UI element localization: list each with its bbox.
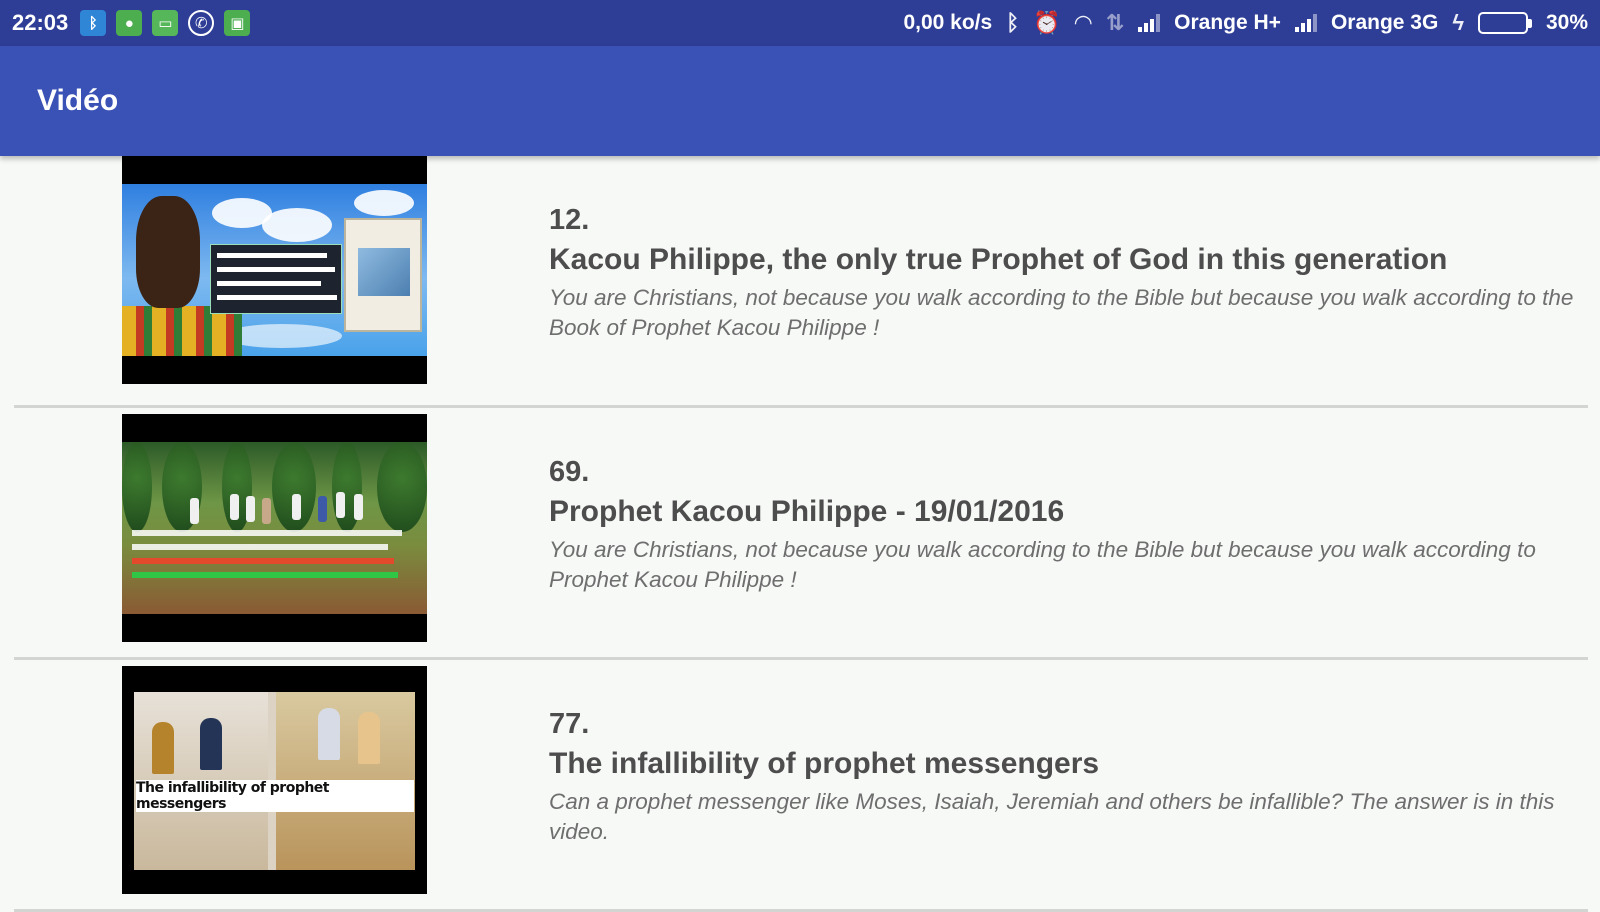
video-description: You are Christians, not because you walk… [549, 285, 1574, 340]
video-thumbnail[interactable]: The infallibility of prophet messengers [122, 666, 427, 894]
bluetooth-icon: ᛒ [1006, 10, 1020, 35]
thumbnail-caption: The infallibility of prophet messengers [136, 780, 414, 812]
video-number: 12. [549, 204, 590, 236]
app-icon: ● [116, 10, 143, 36]
message-icon: ▭ [152, 10, 179, 36]
video-number: 69. [549, 456, 590, 488]
book-cover-image [344, 218, 422, 332]
video-number: 77. [549, 708, 590, 740]
video-title[interactable]: The infallibility of prophet messengers [549, 747, 1588, 781]
whatsapp-icon: ✆ [188, 10, 215, 36]
alarm-icon: ⏰ [1033, 10, 1061, 35]
bluetooth-icon: ᛒ [80, 10, 107, 36]
video-thumbnail[interactable] [122, 156, 427, 384]
app-bar: Vidéo [0, 46, 1600, 156]
battery-percent: 30% [1545, 11, 1588, 34]
app-icon: ▣ [224, 10, 251, 36]
quote-banner [210, 244, 342, 314]
list-item[interactable]: The infallibility of prophet messengers … [0, 660, 1600, 912]
data-transfer-icon: ⇅ [1105, 10, 1125, 35]
portrait-image [136, 196, 200, 308]
video-title[interactable]: Kacou Philippe, the only true Prophet of… [549, 243, 1588, 277]
page-title: Vidéo [37, 84, 119, 117]
battery-icon [1477, 12, 1532, 34]
carrier-1: Orange H+ [1174, 11, 1281, 34]
video-description: Can a prophet messenger like Moses, Isai… [549, 789, 1555, 844]
list-item[interactable]: 69. Prophet Kacou Philippe - 19/01/2016 … [0, 408, 1600, 660]
video-title[interactable]: Prophet Kacou Philippe - 19/01/2016 [549, 495, 1588, 529]
signal-icon [1138, 14, 1161, 32]
video-thumbnail[interactable] [122, 414, 427, 642]
signal-icon [1294, 14, 1317, 32]
carrier-2: Orange 3G [1330, 11, 1439, 34]
notification-icons: ᛒ ● ▭ ✆ ▣ [80, 10, 251, 36]
status-bar: 22:03 ᛒ ● ▭ ✆ ▣ 0,00 ko/s ᛒ ⏰ ◠ ⇅ Orange… [0, 0, 1600, 46]
clock: 22:03 [12, 10, 69, 35]
video-description: You are Christians, not because you walk… [549, 537, 1536, 592]
list-item[interactable]: 12. Kacou Philippe, the only true Prophe… [0, 156, 1600, 408]
wifi-icon: ◠ [1074, 10, 1092, 35]
video-list[interactable]: 12. Kacou Philippe, the only true Prophe… [0, 156, 1600, 912]
network-speed: 0,00 ko/s [903, 11, 993, 34]
charging-icon: ϟ [1452, 10, 1464, 35]
